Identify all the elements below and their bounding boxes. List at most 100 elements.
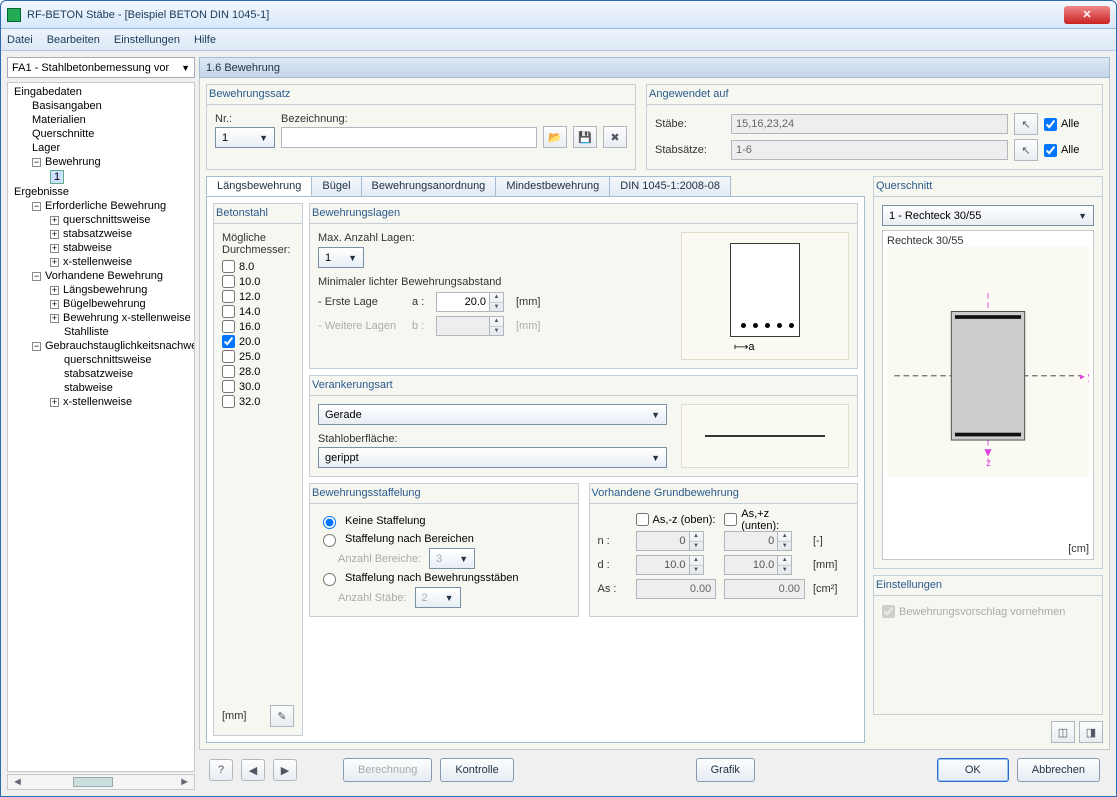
tree-querschnittsweise[interactable]: +querschnittsweise (8, 213, 194, 227)
tree-g-stabsatz[interactable]: stabsatzweise (8, 367, 194, 381)
alle-stabsaetze-checkbox[interactable]: Alle (1044, 143, 1094, 158)
tree-stahlliste[interactable]: Stahlliste (8, 325, 194, 339)
d-28[interactable]: 28.0 (222, 364, 294, 379)
staffelung-legend: Bewehrungsstaffelung (310, 484, 578, 504)
tree-laengs[interactable]: +Längsbewehrung (8, 283, 194, 297)
d-20[interactable]: 20.0 (222, 334, 294, 349)
tree-stabweise[interactable]: +stabweise (8, 241, 194, 255)
n1-spinner: ▲▼ (636, 531, 717, 551)
staebe-field: 15,16,23,24 (731, 114, 1008, 134)
pick-stabsaetze-icon[interactable]: ↖ (1014, 139, 1038, 161)
edit-diameters-icon[interactable]: ✎ (270, 705, 294, 727)
tree-lager[interactable]: Lager (8, 141, 194, 155)
staebe-label: Stäbe: (655, 118, 725, 130)
nr-select[interactable]: 1▼ (215, 127, 275, 148)
tree-erforderliche[interactable]: −Erforderliche Bewehrung (8, 199, 194, 213)
navigation-tree[interactable]: Eingabedaten Basisangaben Materialien Qu… (7, 82, 195, 772)
menu-datei[interactable]: Datei (7, 34, 33, 46)
tab-anordnung[interactable]: Bewehrungsanordnung (361, 176, 497, 196)
tree-gebrauch[interactable]: −Gebrauchstauglichkeitsnachwe (8, 339, 194, 353)
pick-staebe-icon[interactable]: ↖ (1014, 113, 1038, 135)
view-1-icon[interactable]: ◫ (1051, 721, 1075, 743)
prev-icon[interactable]: ◀ (241, 759, 265, 781)
as-oben-checkbox[interactable]: As,-z (oben): (636, 512, 717, 527)
d-12[interactable]: 12.0 (222, 289, 294, 304)
d-10[interactable]: 10.0 (222, 274, 294, 289)
tree-g-stab[interactable]: stabweise (8, 381, 194, 395)
menu-bearbeiten[interactable]: Bearbeiten (47, 34, 100, 46)
d-8[interactable]: 8.0 (222, 259, 294, 274)
tab-mindest[interactable]: Mindestbewehrung (495, 176, 610, 196)
grafik-button[interactable]: Grafik (696, 758, 755, 782)
tree-ergebnisse[interactable]: Ergebnisse (8, 185, 194, 199)
bewehrungssatz-legend: Bewehrungssatz (207, 85, 635, 105)
tree-hscrollbar[interactable]: ◄► (7, 774, 195, 790)
querschnitt-unit: [cm] (887, 543, 1089, 555)
lagen-legend: Bewehrungslagen (310, 204, 857, 224)
d-32[interactable]: 32.0 (222, 394, 294, 409)
tab-strip: Längsbewehrung Bügel Bewehrungsanordnung… (206, 176, 865, 197)
radio-staebe[interactable]: Staffelung nach Bewehrungsstäben (318, 569, 570, 587)
abbrechen-button[interactable]: Abbrechen (1017, 758, 1100, 782)
ok-button[interactable]: OK (937, 758, 1009, 782)
anzahl-bereiche-label: Anzahl Bereiche: (338, 553, 421, 565)
oberflaeche-select[interactable]: gerippt▼ (318, 447, 667, 468)
d-14[interactable]: 14.0 (222, 304, 294, 319)
tree-bew-x[interactable]: +Bewehrung x-stellenweise (8, 311, 194, 325)
tab-buegel[interactable]: Bügel (311, 176, 361, 196)
n-unit: [-] (813, 535, 849, 547)
d1-spinner: ▲▼ (636, 555, 717, 575)
menu-einstellungen[interactable]: Einstellungen (114, 34, 180, 46)
diagram-a-label: ⟼a (688, 341, 842, 353)
tree-bewehrung-1[interactable]: 1 (8, 169, 194, 185)
tree-querschnitte[interactable]: Querschnitte (8, 127, 194, 141)
max-lagen-label: Max. Anzahl Lagen: (318, 232, 667, 244)
as2-field: 0.00 (724, 579, 805, 599)
a-label: a : (412, 296, 432, 308)
tree-materialien[interactable]: Materialien (8, 113, 194, 127)
d-25[interactable]: 25.0 (222, 349, 294, 364)
close-button[interactable]: ✕ (1064, 6, 1110, 24)
next-icon[interactable]: ▶ (273, 759, 297, 781)
tab-laengs[interactable]: Längsbewehrung (206, 176, 312, 196)
tree-g-querschnitt[interactable]: querschnittsweise (8, 353, 194, 367)
section-header: 1.6 Bewehrung (199, 57, 1110, 78)
tree-xstellenweise[interactable]: +x-stellenweise (8, 255, 194, 269)
verankerung-select[interactable]: Gerade▼ (318, 404, 667, 425)
tree-basisangaben[interactable]: Basisangaben (8, 99, 194, 113)
case-selector[interactable]: FA1 - Stahlbetonbemessung vor ▼ (7, 57, 195, 78)
as-label: As : (598, 583, 628, 595)
n2-spinner: ▲▼ (724, 531, 805, 551)
tree-eingabedaten[interactable]: Eingabedaten (8, 85, 194, 99)
querschnitt-select[interactable]: 1 - Rechteck 30/55▼ (882, 205, 1094, 226)
anzahl-staebe-select: 2▼ (415, 587, 461, 608)
menu-hilfe[interactable]: Hilfe (194, 34, 216, 46)
d-label: d : (598, 559, 628, 571)
tree-bewehrung[interactable]: −Bewehrung (8, 155, 194, 169)
d-30[interactable]: 30.0 (222, 379, 294, 394)
menu-bar: Datei Bearbeiten Einstellungen Hilfe (1, 29, 1116, 51)
tree-buegel[interactable]: +Bügelbewehrung (8, 297, 194, 311)
radio-bereiche[interactable]: Staffelung nach Bereichen (318, 530, 570, 548)
tree-stabsatzweise[interactable]: +stabsatzweise (8, 227, 194, 241)
a-spinner[interactable]: ▲▼ (436, 292, 512, 312)
as-unten-checkbox[interactable]: As,+z (unten): (724, 512, 805, 527)
tree-vorhandene[interactable]: −Vorhandene Bewehrung (8, 269, 194, 283)
mm-unit: [mm] (222, 710, 246, 722)
folder-open-icon[interactable]: 📂 (543, 126, 567, 148)
bezeichnung-input[interactable] (281, 127, 537, 148)
delete-icon[interactable]: ✖ (603, 126, 627, 148)
d-16[interactable]: 16.0 (222, 319, 294, 334)
stabsaetze-field: 1-6 (731, 140, 1008, 160)
help-icon[interactable]: ? (209, 759, 233, 781)
view-2-icon[interactable]: ◨ (1079, 721, 1103, 743)
alle-staebe-checkbox[interactable]: Alle (1044, 117, 1094, 132)
save-icon[interactable]: 💾 (573, 126, 597, 148)
tab-din[interactable]: DIN 1045-1:2008-08 (609, 176, 731, 196)
berechnung-button[interactable]: Berechnung (343, 758, 432, 782)
tree-g-x[interactable]: +x-stellenweise (8, 395, 194, 409)
lagen-diagram (730, 243, 800, 337)
max-lagen-select[interactable]: 1▼ (318, 247, 364, 268)
radio-keine[interactable]: Keine Staffelung (318, 512, 570, 530)
kontrolle-button[interactable]: Kontrolle (440, 758, 513, 782)
